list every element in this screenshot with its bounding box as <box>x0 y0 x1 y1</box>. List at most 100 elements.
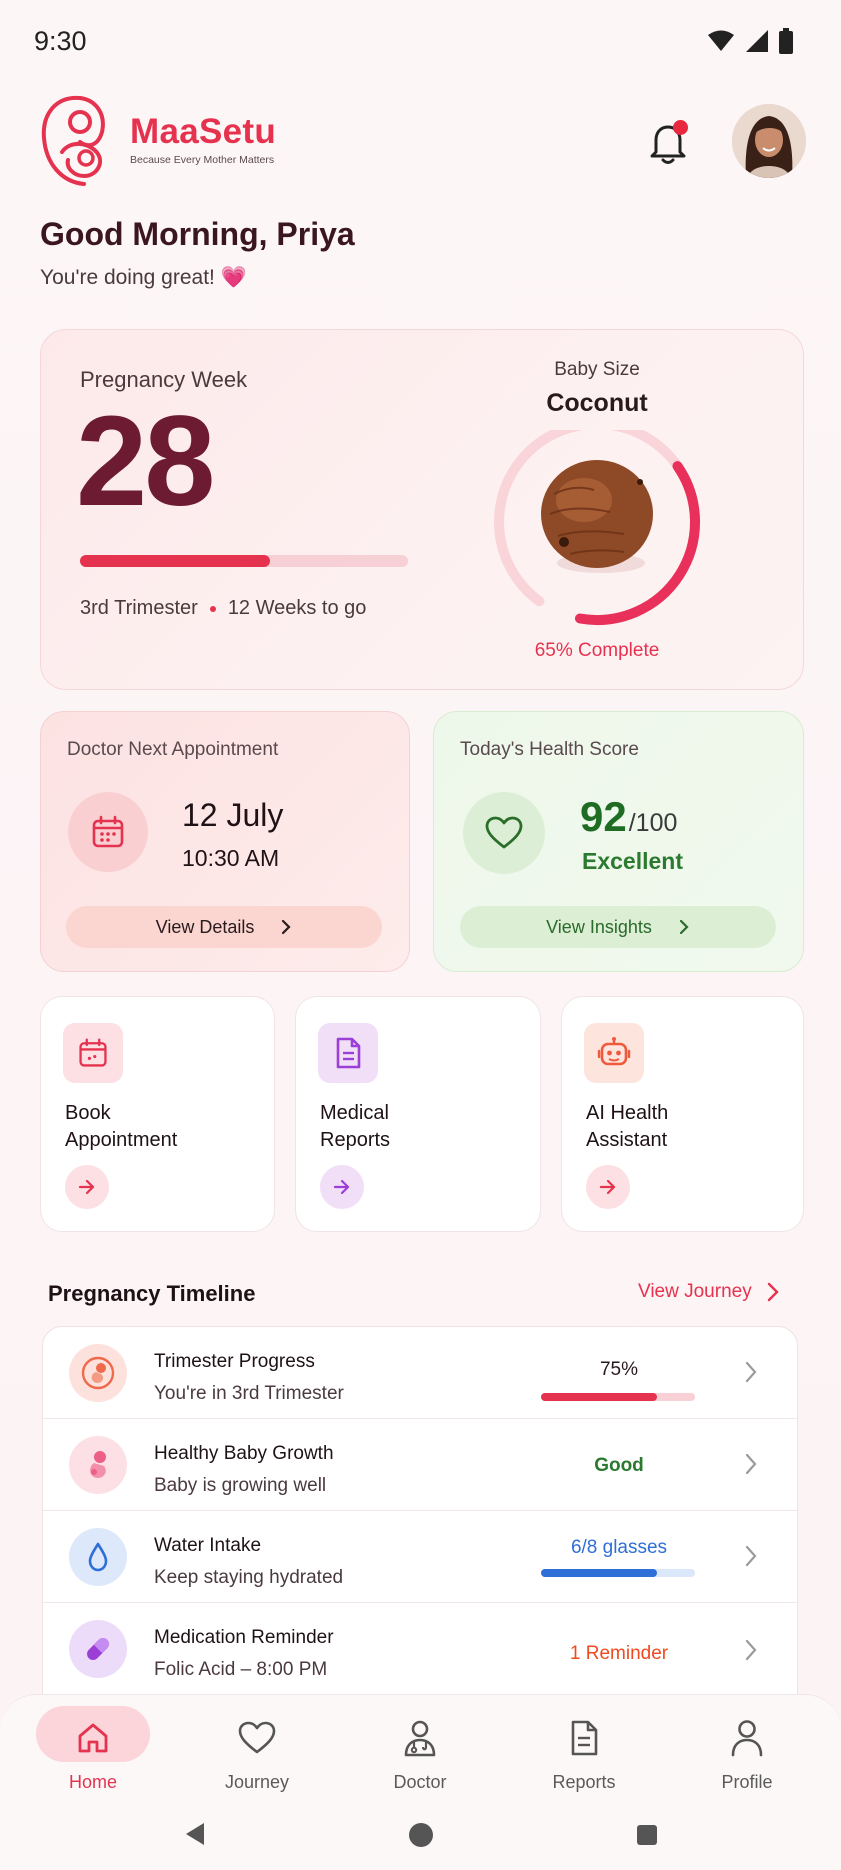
water-drop-icon <box>88 1542 108 1572</box>
view-details-button[interactable]: View Details <box>66 906 382 948</box>
nav-label: Reports <box>552 1772 616 1792</box>
chevron-right-icon <box>745 1453 757 1475</box>
doctor-icon <box>404 1720 436 1757</box>
health-score-number: 92 <box>580 793 627 840</box>
greeting-title: Good Morning, Priya <box>40 216 355 252</box>
label-line-1: Medical <box>320 1102 389 1124</box>
status-icons <box>707 28 793 54</box>
appointment-date: 12 July <box>182 797 284 833</box>
quick-action-label: AI Health Assistant <box>586 1100 776 1154</box>
system-home-icon[interactable] <box>408 1822 434 1848</box>
timeline-item-sub: Baby is growing well <box>154 1475 327 1496</box>
nav-label: Profile <box>721 1772 773 1792</box>
calendar-icon <box>79 1038 107 1067</box>
view-details-label: View Details <box>155 916 255 937</box>
nav-label: Home <box>68 1772 117 1792</box>
coconut-icon <box>541 460 653 573</box>
notification-button[interactable] <box>642 116 694 168</box>
wifi-icon <box>708 30 734 51</box>
timeline-item-sub: You're in 3rd Trimester <box>154 1383 344 1404</box>
nav-label: Journey <box>224 1772 290 1792</box>
appointment-icon-wrap <box>68 792 148 872</box>
nav-label: Doctor <box>393 1772 447 1792</box>
app-tagline: Because Every Mother Matters <box>130 154 275 166</box>
completion-ring <box>494 430 700 625</box>
avatar[interactable] <box>732 104 806 178</box>
water-intake-value: 6/8 glasses <box>570 1537 668 1558</box>
timeline-item-name: Healthy Baby Growth <box>154 1443 334 1464</box>
quick-action-icon-wrap <box>318 1023 378 1083</box>
pill-icon <box>87 1638 109 1660</box>
pill-icon-wrap <box>69 1620 127 1678</box>
week-progress-fill <box>80 555 271 567</box>
arrow-right-icon <box>333 1179 350 1195</box>
calendar-icon <box>92 815 124 848</box>
baby-growth-status: Good <box>594 1455 644 1476</box>
quick-action-label: Book Appointment <box>65 1100 255 1154</box>
system-back-icon[interactable] <box>182 1820 208 1848</box>
status-time: 9:30 <box>34 26 87 56</box>
water-intake-fill <box>541 1569 657 1577</box>
label-line-2: Appointment <box>65 1129 178 1151</box>
separator-dot <box>209 605 216 612</box>
profile-icon <box>731 1720 763 1757</box>
list-item[interactable]: Trimester Progress You're in 3rd Trimest… <box>43 1327 797 1419</box>
baby-size-value: Coconut <box>546 389 648 417</box>
fetus-icon-wrap <box>69 1344 127 1402</box>
timeline-item-name: Water Intake <box>154 1535 262 1556</box>
nav-item-reports[interactable]: Reports <box>524 1710 644 1793</box>
appointment-title: Doctor Next Appointment <box>67 739 279 760</box>
label-line-1: Book <box>65 1102 111 1124</box>
book-appointment-card[interactable]: Book Appointment <box>40 996 275 1232</box>
app-name: MaaSetu <box>130 112 277 151</box>
list-item[interactable]: Water Intake Keep staying hydrated 6/8 g… <box>43 1511 797 1603</box>
ai-health-assistant-card[interactable]: AI Health Assistant <box>561 996 804 1232</box>
arrow-right-icon <box>78 1179 95 1195</box>
arrow-button[interactable] <box>320 1165 364 1209</box>
list-item[interactable]: Medication Reminder Folic Acid – 8:00 PM… <box>43 1603 797 1695</box>
view-insights-button[interactable]: View Insights <box>460 906 776 948</box>
timeline-item-sub: Folic Acid – 8:00 PM <box>154 1659 328 1680</box>
timeline-item-name: Trimester Progress <box>154 1351 315 1372</box>
greeting-subtitle: You're doing great! 💗 <box>40 266 247 289</box>
medical-reports-card[interactable]: Medical Reports <box>295 996 541 1232</box>
nav-item-profile[interactable]: Profile <box>687 1710 807 1793</box>
chevron-right-icon <box>745 1361 757 1383</box>
health-score-title: Today's Health Score <box>460 739 639 760</box>
reports-icon <box>571 1720 598 1756</box>
health-score-status: Excellent <box>582 848 683 874</box>
battery-icon <box>779 28 793 54</box>
view-journey-link[interactable]: View Journey <box>638 1281 780 1303</box>
home-icon <box>78 1723 108 1753</box>
system-recents-icon[interactable] <box>636 1824 658 1846</box>
heart-icon <box>485 816 523 849</box>
document-icon <box>336 1037 361 1069</box>
view-journey-label: View Journey <box>638 1281 752 1302</box>
quick-action-icon-wrap <box>584 1023 644 1083</box>
timeline-title: Pregnancy Timeline <box>48 1281 256 1306</box>
chevron-right-icon <box>767 1282 779 1302</box>
list-item[interactable]: Healthy Baby Growth Baby is growing well… <box>43 1419 797 1511</box>
heart-icon <box>238 1721 276 1754</box>
mother-baby-logo-icon <box>41 95 105 186</box>
quick-action-label: Medical Reports <box>320 1100 510 1154</box>
health-score-value: 92 /100 <box>580 793 677 841</box>
app-logo: MaaSetu Because Every Mother Matters <box>40 92 276 188</box>
label-line-2: Reports <box>320 1129 391 1151</box>
nav-item-journey[interactable]: Journey <box>197 1710 317 1793</box>
arrow-right-icon <box>599 1179 616 1195</box>
trimester-progress-value: 75% <box>599 1359 639 1380</box>
nav-item-home[interactable]: Home <box>33 1710 153 1793</box>
chevron-right-icon <box>282 919 291 935</box>
chevron-right-icon <box>745 1545 757 1567</box>
baby-icon-wrap <box>69 1436 127 1494</box>
nav-item-doctor[interactable]: Doctor <box>360 1710 480 1793</box>
baby-size-label: Baby Size <box>554 359 640 380</box>
arrow-button[interactable] <box>65 1165 109 1209</box>
arrow-button[interactable] <box>586 1165 630 1209</box>
water-drop-icon-wrap <box>69 1528 127 1586</box>
pregnancy-meta: 3rd Trimester 12 Weeks to go <box>80 597 366 620</box>
robot-icon <box>597 1037 631 1066</box>
weeks-to-go-text: 12 Weeks to go <box>227 597 367 619</box>
baby-icon <box>90 1451 106 1478</box>
